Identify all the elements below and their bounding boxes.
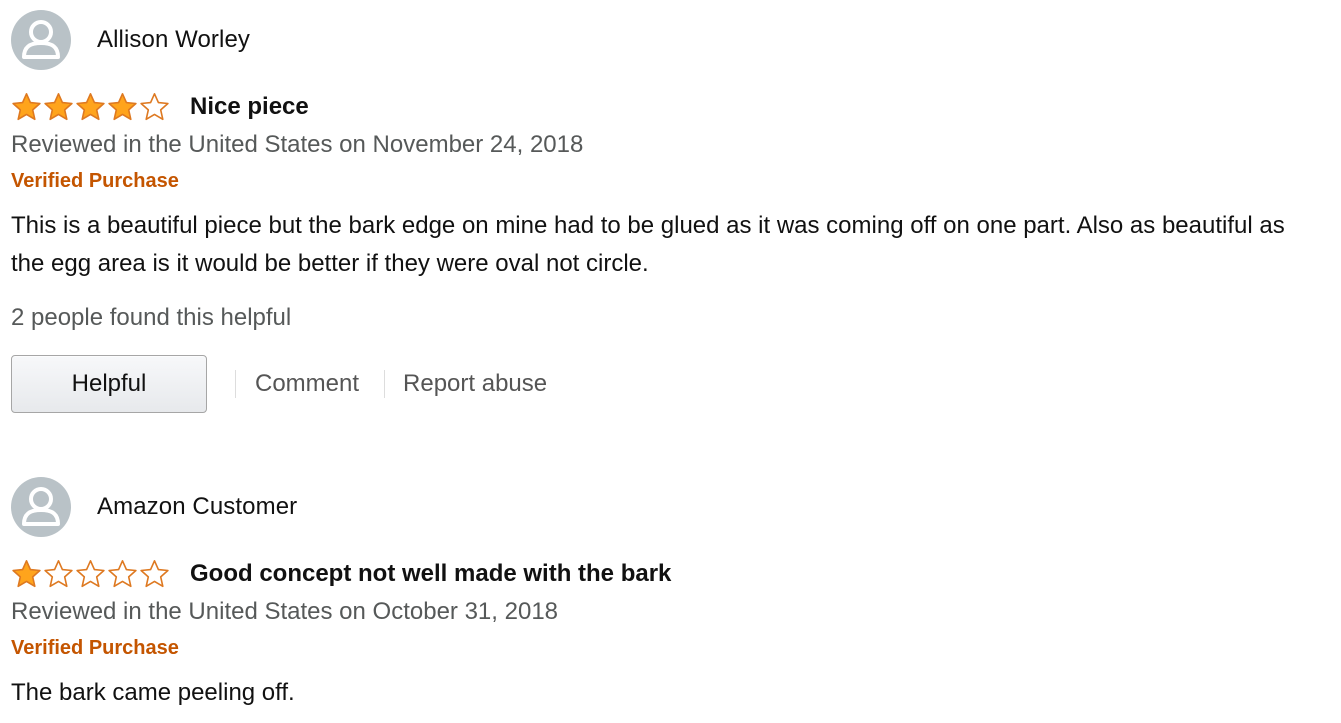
default-profile-icon (22, 20, 60, 59)
review-title[interactable]: Good concept not well made with the bark (190, 560, 671, 588)
review-body: This is a beautiful piece but the bark e… (11, 212, 1285, 277)
default-profile-icon (22, 487, 60, 526)
star-empty-icon (76, 560, 105, 588)
review-date: Reviewed in the United States on October… (11, 598, 559, 625)
star-empty-icon (140, 93, 169, 121)
reviewer-name[interactable]: Allison Worley (97, 26, 250, 54)
star-filled-icon (108, 93, 137, 121)
star-filled-icon (44, 93, 73, 121)
review-title[interactable]: Nice piece (190, 93, 309, 121)
review-date: Reviewed in the United States on Novembe… (11, 131, 584, 158)
divider (235, 370, 236, 398)
avatar[interactable] (11, 10, 71, 70)
helpful-count: 2 people found this helpful (11, 304, 292, 331)
divider (384, 370, 386, 398)
review-actions: Helpful Comment Report abuse (11, 353, 1321, 415)
reviewer-name[interactable]: Amazon Customer (97, 493, 297, 521)
reviewer-profile[interactable]: Amazon Customer (11, 475, 1321, 539)
review: Amazon Customer Good concept not well ma… (11, 475, 1321, 712)
star-empty-icon (108, 560, 137, 588)
star-empty-icon (44, 560, 73, 588)
helpful-button[interactable]: Helpful (11, 355, 207, 413)
star-rating[interactable] (11, 559, 170, 589)
star-rating[interactable] (11, 92, 170, 122)
star-filled-icon (12, 93, 41, 121)
review-body: The bark came peeling off. (11, 679, 295, 706)
verified-purchase-badge[interactable]: Verified Purchase (11, 636, 1321, 660)
verified-purchase-badge[interactable]: Verified Purchase (11, 169, 1321, 193)
report-abuse-link[interactable]: Report abuse (403, 370, 547, 398)
star-filled-icon (12, 560, 41, 588)
reviewer-profile[interactable]: Allison Worley (11, 8, 1321, 72)
star-filled-icon (76, 93, 105, 121)
review: Allison Worley Nice piece Reviewed in th… (11, 8, 1321, 415)
star-empty-icon (140, 560, 169, 588)
avatar[interactable] (11, 477, 71, 537)
comment-link[interactable]: Comment (255, 370, 359, 398)
